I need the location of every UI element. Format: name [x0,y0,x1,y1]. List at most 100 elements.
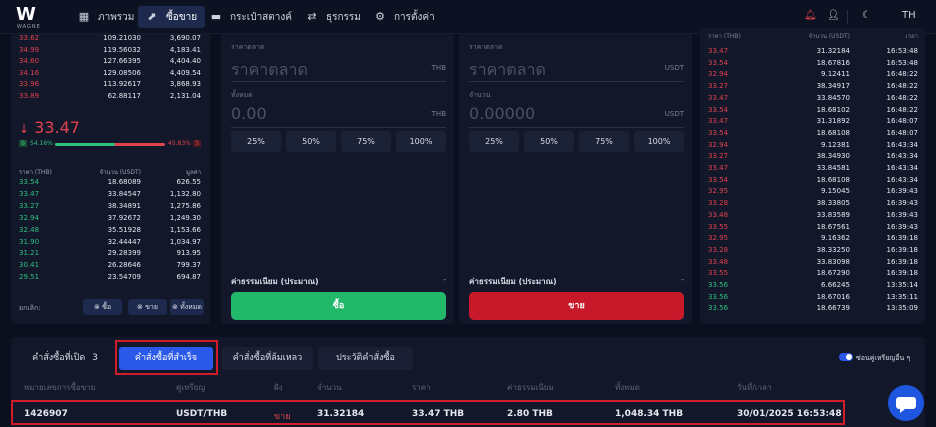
list-item[interactable]: 33.47 33.84547 1,132.80 [19,190,201,202]
bid-total: 1,249.30 [169,213,201,222]
bid-total: 1,034.97 [169,237,201,246]
tab-failed-orders[interactable]: คำสั่งซื้อที่ล้มเหลว [222,347,313,370]
list-item[interactable]: 34.60 127.66395 4,404.40 [19,57,201,69]
sell-price-input[interactable]: ราคาตลาด USDT [469,54,684,82]
list-item[interactable]: 33.48 33.83589 16:39:43 [708,211,918,223]
sell-amount-input[interactable]: 0.00000 USDT [469,100,684,128]
bid-amount: 26.28646 [107,261,141,270]
list-item[interactable]: 33.47 31.32184 16:53:48 [708,47,918,59]
trade-price: 32.94 [708,70,729,79]
nav-settings[interactable]: ⚙ การตั้งค่า [366,6,443,28]
list-item[interactable]: 32.48 35.51928 1,153.66 [19,226,201,238]
list-item[interactable]: 33.48 33.83098 16:39:18 [708,258,918,270]
buy-pct-50-button[interactable]: 50% [286,131,336,152]
list-item[interactable]: 33.27 38.34891 1,275.86 [19,202,201,214]
nav-trade-label: ซื้อขาย [166,11,198,23]
list-item[interactable]: 32.94 9.12411 16:48:22 [708,70,918,82]
buy-button[interactable]: ซื้อ [231,292,446,320]
hide-other-pairs-toggle[interactable] [839,353,853,361]
trade-price: 33.55 [708,222,729,231]
orderbook-header: ราคา (THB) จำนวน (USDT) มูลค่า [19,167,201,177]
nav-transactions[interactable]: ⇄ ธุรกรรม [298,6,369,28]
sell-pct-50-button[interactable]: 50% [524,131,574,152]
list-item[interactable]: 33.54 18.68108 16:43:34 [708,176,918,188]
sell-amount-value: 0.00000 [469,104,536,123]
list-item[interactable]: 33.54 18.67816 16:53:48 [708,59,918,71]
bid-amount: 38.34891 [107,201,141,210]
trade-price: 33.54 [708,58,729,67]
th-time: เวลา [905,33,918,40]
list-item[interactable]: 34.16 129.08506 4,409.54 [19,69,201,81]
trade-time: 16:43:34 [886,175,918,184]
buy-pct-75-button[interactable]: 75% [341,131,391,152]
list-item[interactable]: 33.28 38.33805 16:39:43 [708,199,918,211]
list-item[interactable]: 30.41 26.28646 799.37 [19,261,201,273]
list-item[interactable]: 33.27 38.34930 16:43:34 [708,152,918,164]
tab-open-orders[interactable]: คำสั่งซื้อที่เปิด 3 [22,347,108,370]
list-item[interactable]: 31.90 32.44447 1,034.97 [19,238,201,250]
list-item[interactable]: 33.47 33.84581 16:43:34 [708,164,918,176]
buy-badge: B [19,140,28,147]
buy-pct-100-button[interactable]: 100% [396,131,446,152]
moon-icon[interactable]: ☾ [862,10,871,21]
list-item[interactable]: 32.94 9.12381 16:43:34 [708,141,918,153]
sell-pct-75-button[interactable]: 75% [579,131,629,152]
nav-wallet[interactable]: ▬ กระเป๋าสตางค์ [202,6,300,28]
tab-open-orders-label: คำสั่งซื้อที่เปิด [32,353,86,363]
list-item[interactable]: 33.47 33.84570 16:48:22 [708,94,918,106]
bell-icon[interactable]: 🔔︎ [804,10,817,21]
buy-pct-25-button[interactable]: 25% [231,131,281,152]
nav-trade[interactable]: ⬈ ซื้อขาย [138,6,206,28]
buy-total-input[interactable]: 0.00 THB [231,100,446,128]
bid-amount: 35.51928 [107,225,141,234]
sell-button[interactable]: ขาย [469,292,684,320]
list-item[interactable]: 33.55 18.67561 16:39:43 [708,223,918,235]
list-item[interactable]: 33.62 109.21030 3,690.07 [19,34,201,46]
list-item[interactable]: 34.99 119.56032 4,183.41 [19,46,201,58]
logo[interactable]: W WAGNE [14,4,44,30]
cancel-buy-button[interactable]: ⊗ ซื้อ [83,299,122,315]
list-item[interactable]: 32.95 9.16362 16:39:18 [708,234,918,246]
trade-history-panel: ราคา (THB) จำนวน (USDT) เวลา 33.47 31.321… [700,28,925,324]
list-item[interactable]: 33.55 18.67290 16:39:18 [708,269,918,281]
cancel-all-button[interactable]: ⊗ ทั้งหมด [170,299,204,315]
list-item[interactable]: 33.28 38.33250 16:39:18 [708,246,918,258]
nav-overview[interactable]: ▦ ภาพรวม [70,6,142,28]
list-item[interactable]: 33.27 38.34917 16:48:22 [708,82,918,94]
sell-pct-100-button[interactable]: 100% [634,131,684,152]
trade-price: 32.95 [708,187,729,196]
list-item[interactable]: 33.54 18.68089 626.55 [19,178,201,190]
list-item[interactable]: 33.47 31.31892 16:48:07 [708,117,918,129]
list-item[interactable]: 33.54 18.68102 16:48:22 [708,106,918,118]
buy-price-input[interactable]: ราคาตลาด THB [231,54,446,82]
header-total: มูลค่า [185,169,201,176]
sell-pct: 45.83% [168,140,191,147]
asks-list: 33.62 109.21030 3,690.07 34.99 119.56032 4,18… [19,34,201,104]
trade-price: 33.55 [708,269,729,278]
trade-time: 13:35:14 [886,281,918,289]
sell-pct-25-button[interactable]: 25% [469,131,519,152]
language-selector[interactable]: TH [902,10,916,21]
buy-pct: 54.16% [30,140,53,147]
cancel-sell-button[interactable]: ⊗ ขาย [128,299,167,315]
list-item[interactable]: 33.54 18.68108 16:48:07 [708,129,918,141]
list-item[interactable]: 32.95 9.15045 16:39:43 [708,187,918,199]
buy-price-placeholder: ราคาตลาด [231,60,308,79]
chat-button[interactable] [888,385,924,421]
list-item[interactable]: 31.21 29.28399 913.95 [19,249,201,261]
trade-amount: 38.33805 [816,199,850,208]
open-orders-count: 3 [92,353,98,363]
bid-price: 29.51 [19,273,40,282]
user-icon[interactable]: 👤︎ [827,10,840,21]
list-item[interactable]: 33.96 113.92617 3,868.93 [19,80,201,92]
list-item[interactable]: 33.56 18.66739 13:35:09 [708,304,918,316]
list-item[interactable]: 33.56 6.66245 13:35:14 [708,281,918,293]
list-item[interactable]: 33.89 62.88117 2,131.04 [19,92,201,104]
list-item[interactable]: 32.94 37.92672 1,249.30 [19,214,201,226]
list-item[interactable]: 33.56 18.67016 13:35:11 [708,293,918,305]
trade-amount: 38.34917 [816,82,850,91]
ask-amount: 109.21030 [103,34,141,42]
list-item[interactable]: 29.51 23.54709 694.87 [19,273,201,284]
ask-amount: 62.88117 [107,91,141,100]
tab-order-history[interactable]: ประวัติคำสั่งซื้อ [318,347,413,370]
